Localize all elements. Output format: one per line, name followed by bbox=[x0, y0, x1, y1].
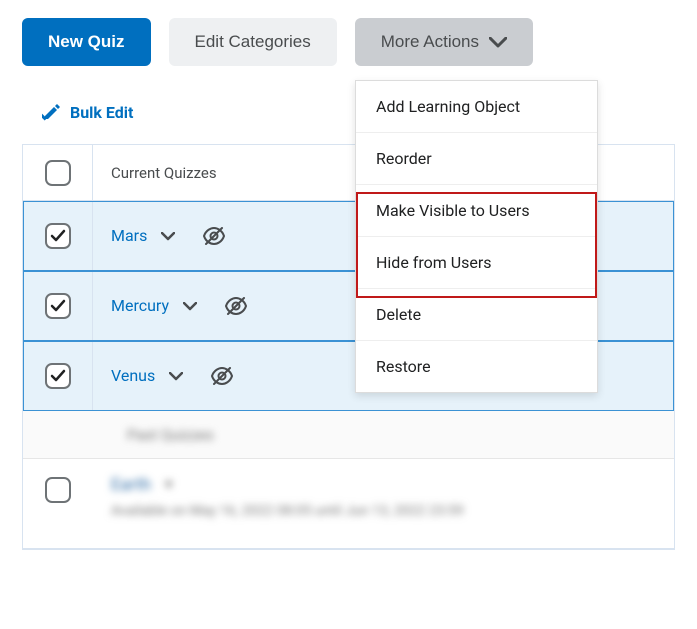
chevron-down-icon[interactable] bbox=[183, 296, 197, 315]
more-actions-label: More Actions bbox=[381, 32, 479, 52]
chevron-down-icon[interactable]: ▾ bbox=[165, 475, 173, 495]
bulk-edit-link[interactable]: Bulk Edit bbox=[42, 102, 133, 122]
section-header: Past Quizzes bbox=[23, 411, 674, 459]
row-checkbox[interactable] bbox=[45, 293, 71, 319]
quiz-availability-text: Available on May 16, 2022 08:05 until Ju… bbox=[111, 503, 464, 519]
quiz-link[interactable]: Mars bbox=[111, 226, 147, 245]
edit-categories-button[interactable]: Edit Categories bbox=[169, 18, 337, 66]
section-label: Past Quizzes bbox=[127, 426, 214, 444]
quiz-link[interactable]: Earth bbox=[111, 475, 151, 495]
row-checkbox[interactable] bbox=[45, 363, 71, 389]
more-actions-button[interactable]: More Actions bbox=[355, 18, 533, 66]
table-row: Earth ▾ Available on May 16, 2022 08:05 … bbox=[23, 459, 674, 549]
chevron-down-icon bbox=[489, 37, 507, 48]
select-all-checkbox[interactable] bbox=[45, 160, 71, 186]
chevron-down-icon[interactable] bbox=[161, 226, 175, 245]
menu-item-reorder[interactable]: Reorder bbox=[356, 133, 597, 185]
quiz-link[interactable]: Mercury bbox=[111, 296, 169, 315]
menu-item-hide[interactable]: Hide from Users bbox=[356, 237, 597, 289]
hidden-icon bbox=[211, 367, 233, 385]
menu-item-add-learning-object[interactable]: Add Learning Object bbox=[356, 81, 597, 133]
new-quiz-button[interactable]: New Quiz bbox=[22, 18, 151, 66]
more-actions-menu: Add Learning Object Reorder Make Visible… bbox=[355, 80, 598, 393]
hidden-icon bbox=[203, 227, 225, 245]
row-checkbox[interactable] bbox=[45, 477, 71, 503]
hidden-icon bbox=[225, 297, 247, 315]
bulk-edit-label: Bulk Edit bbox=[70, 103, 133, 122]
chevron-down-icon[interactable] bbox=[169, 366, 183, 385]
menu-item-delete[interactable]: Delete bbox=[356, 289, 597, 341]
column-header-title: Current Quizzes bbox=[93, 164, 217, 182]
menu-item-restore[interactable]: Restore bbox=[356, 341, 597, 392]
row-checkbox[interactable] bbox=[45, 223, 71, 249]
pencil-icon bbox=[42, 102, 62, 122]
quiz-link[interactable]: Venus bbox=[111, 366, 155, 385]
menu-item-make-visible[interactable]: Make Visible to Users bbox=[356, 185, 597, 237]
